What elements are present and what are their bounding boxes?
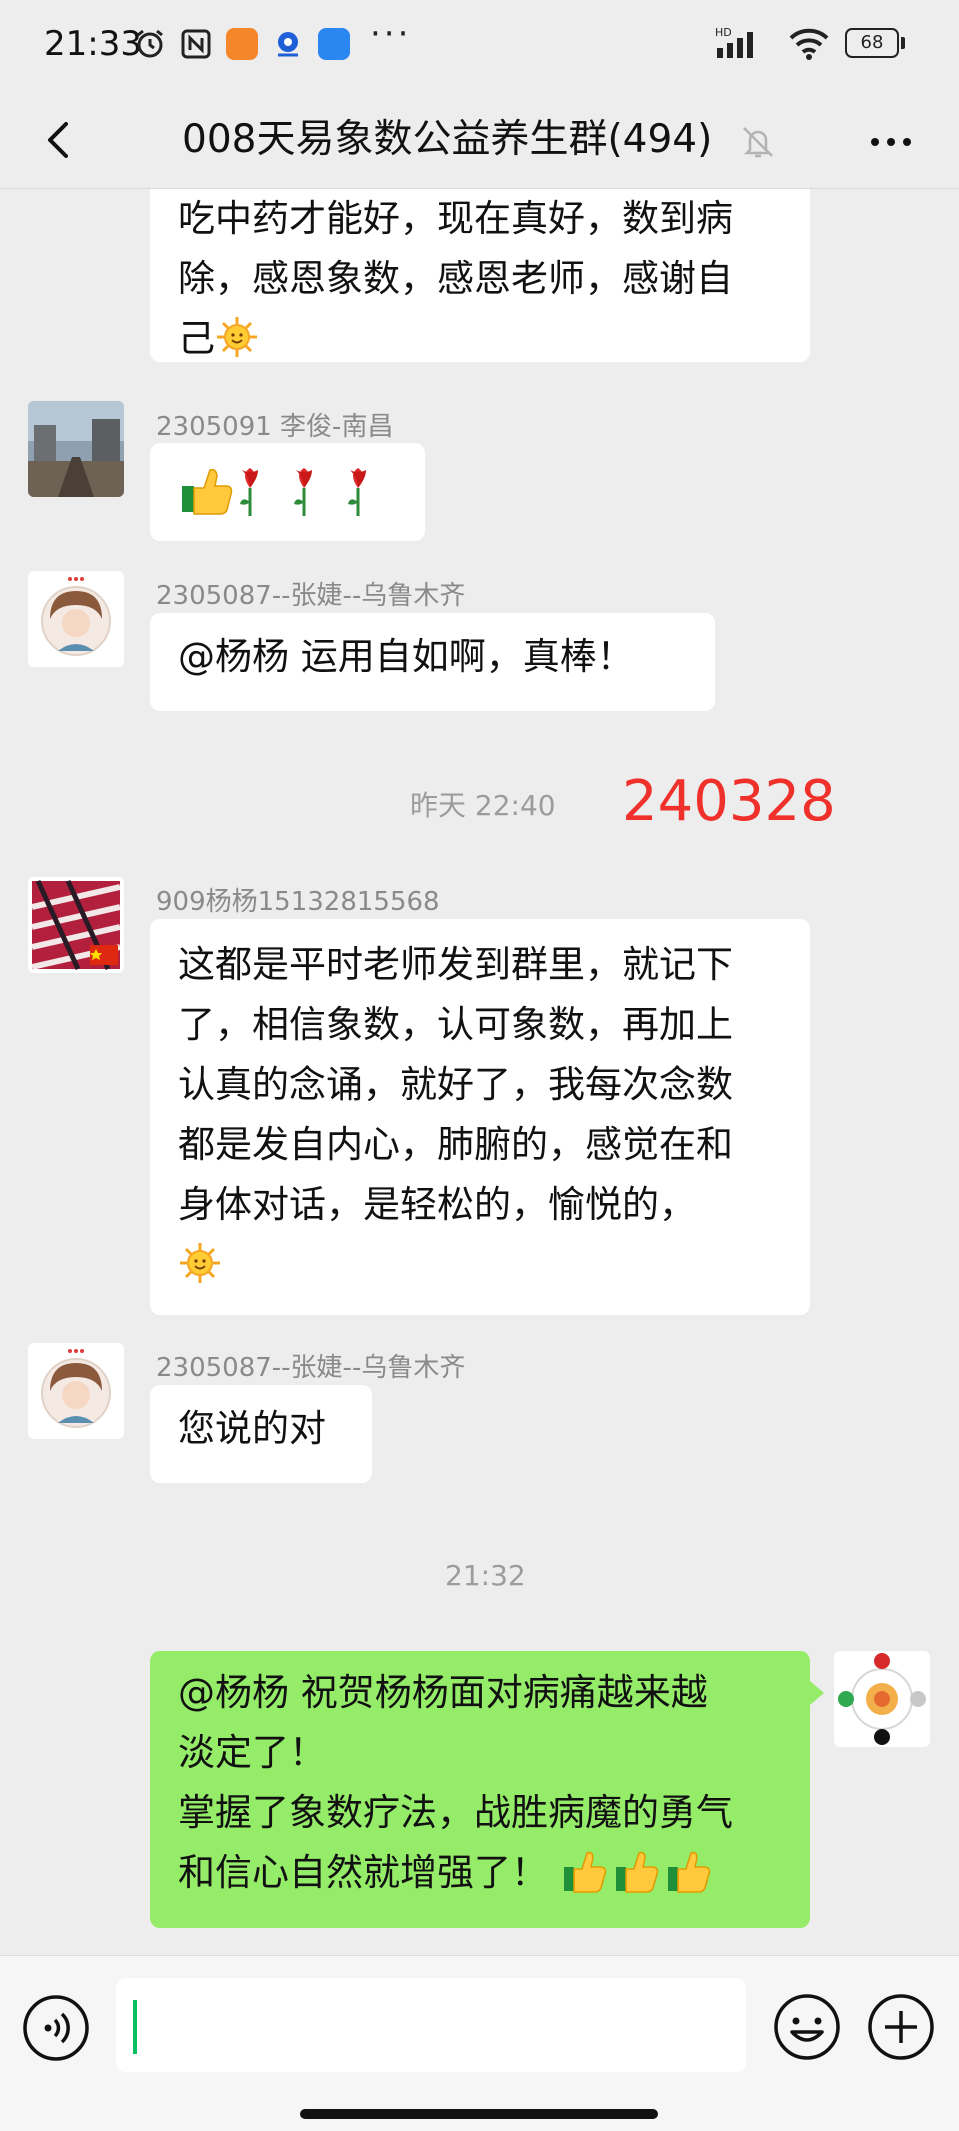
message-bubble[interactable]: @杨杨 运用自如啊，真棒！: [150, 613, 715, 711]
text-cursor: [133, 2000, 137, 2054]
rose-emoji: [240, 468, 258, 516]
avatar[interactable]: [28, 1343, 124, 1439]
chat-header: 008天易象数公益养生群(494): [0, 92, 959, 189]
message-text: 您说的对: [178, 1407, 326, 1450]
sender-name: 2305087--张婕--乌鲁木齐: [156, 581, 466, 611]
message-line: [178, 1235, 782, 1295]
message-bubble[interactable]: 您说的对: [150, 1385, 372, 1483]
timestamp: 昨天 22:40: [410, 789, 556, 822]
avatar-self[interactable]: [834, 1651, 930, 1747]
thumbs-up-roses-emoji: [182, 468, 366, 516]
message-bubble[interactable]: [150, 443, 425, 541]
chat-title[interactable]: 008天易象数公益养生群(494): [182, 108, 712, 164]
message-line: 吃中药才能好，现在真好，数到病: [178, 197, 733, 240]
bell-muted-icon: [743, 127, 773, 158]
handwritten-annotation: 240328: [622, 769, 836, 834]
message-line: 己: [178, 309, 782, 369]
home-indicator[interactable]: [300, 2109, 658, 2119]
message-bubble-sent[interactable]: @杨杨 祝贺杨杨面对病痛越来越 淡定了！ 掌握了象数疗法，战胜病魔的勇气 和信心…: [150, 1651, 824, 1928]
message-line: 了，相信象数，认可象数，再加上: [178, 1003, 733, 1046]
plus-button[interactable]: [866, 1992, 936, 2062]
timestamp: 21:32: [445, 1559, 526, 1592]
thumbs-up-emoji: [667, 1851, 711, 1893]
message-line: 和信心自然就增强了！: [178, 1843, 782, 1903]
message-line: 除，感恩象数，感恩老师，感谢自: [178, 257, 733, 300]
avatar[interactable]: [28, 877, 124, 973]
emoji-button[interactable]: [772, 1992, 842, 2062]
message-line: 这都是平时老师发到群里，就记下: [178, 943, 733, 986]
message-line: 掌握了象数疗法，战胜病魔的勇气: [178, 1791, 733, 1834]
message-list[interactable]: 吃中药才能好，现在真好，数到病 除，感恩象数，感恩老师，感谢自 己 230509…: [0, 189, 959, 1954]
rose-emoji: [294, 468, 312, 516]
sender-name: 2305087--张婕--乌鲁木齐: [156, 1353, 466, 1383]
battery-icon: 68: [845, 28, 905, 58]
app-blue-logo-icon: [278, 32, 298, 57]
app-orange-icon: [226, 28, 258, 60]
message-text: @杨杨 运用自如啊，真棒！: [178, 635, 634, 678]
rose-emoji: [348, 468, 366, 516]
app-blue-square-icon: [318, 28, 350, 60]
nfc-icon: [181, 29, 211, 59]
message-bubble[interactable]: 吃中药才能好，现在真好，数到病 除，感恩象数，感恩老师，感谢自 己: [150, 189, 810, 362]
voice-button[interactable]: [22, 1994, 90, 2062]
message-line: 淡定了！: [178, 1731, 326, 1774]
sender-name: 2305091 李俊-南昌: [156, 412, 394, 442]
message-line: 认真的念诵，就好了，我每次念数: [178, 1063, 733, 1106]
avatar[interactable]: [28, 571, 124, 667]
input-bar: [0, 1955, 959, 2131]
status-overflow-dots: ···: [370, 14, 412, 54]
sun-emoji: [217, 317, 257, 357]
alarm-icon: [137, 29, 163, 58]
status-time: 21:33: [44, 24, 142, 64]
thumbs-up-emoji-group: [563, 1851, 711, 1893]
message-input[interactable]: [116, 1978, 746, 2072]
avatar[interactable]: [28, 401, 124, 497]
message-line: 都是发自内心，肺腑的，感觉在和: [178, 1123, 733, 1166]
status-bar: 21:33 ··· HD 68: [0, 0, 959, 92]
sender-name: 909杨杨15132815568: [156, 887, 440, 917]
thumbs-up-emoji: [563, 1851, 607, 1893]
message-line: 身体对话，是轻松的，愉悦的，: [178, 1183, 696, 1226]
message-line: @杨杨 祝贺杨杨面对病痛越来越: [178, 1671, 708, 1714]
back-button[interactable]: [30, 110, 90, 170]
more-options-button[interactable]: [866, 122, 916, 162]
wifi-icon: [789, 28, 829, 60]
message-bubble[interactable]: 这都是平时老师发到群里，就记下 了，相信象数，认可象数，再加上 认真的念诵，就好…: [150, 919, 810, 1315]
thumbs-up-emoji: [615, 1851, 659, 1893]
thumbs-up-emoji: [182, 468, 233, 515]
sun-emoji: [180, 1243, 220, 1283]
svg-text:HD: HD: [715, 26, 732, 39]
cellular-signal-icon: HD: [715, 26, 753, 58]
